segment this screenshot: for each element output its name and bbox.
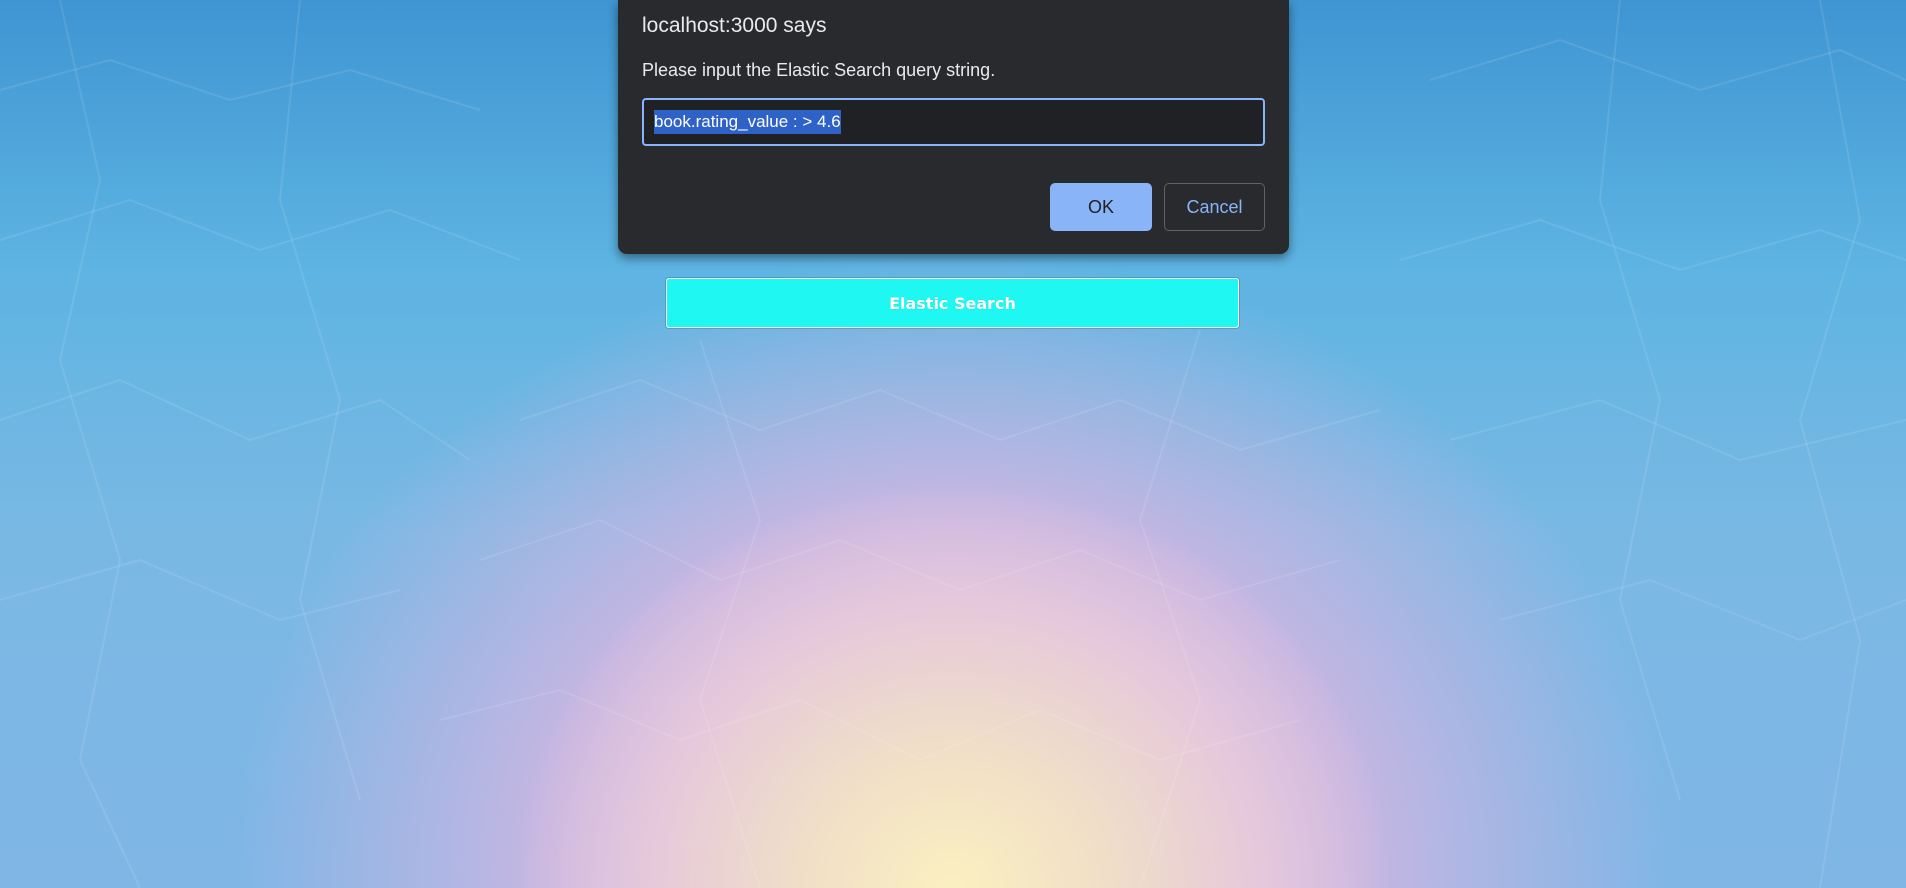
ok-button[interactable]: OK <box>1050 183 1152 231</box>
cancel-button[interactable]: Cancel <box>1164 183 1265 231</box>
prompt-dialog: localhost:3000 says Please input the Ela… <box>618 0 1289 254</box>
query-input[interactable]: book.rating_value : > 4.6 <box>642 98 1265 146</box>
query-input-value: book.rating_value : > 4.6 <box>654 110 841 134</box>
elastic-search-button[interactable]: Elastic Search <box>666 278 1239 328</box>
dialog-message: Please input the Elastic Search query st… <box>642 60 996 80</box>
dialog-title: localhost:3000 says <box>642 14 827 37</box>
